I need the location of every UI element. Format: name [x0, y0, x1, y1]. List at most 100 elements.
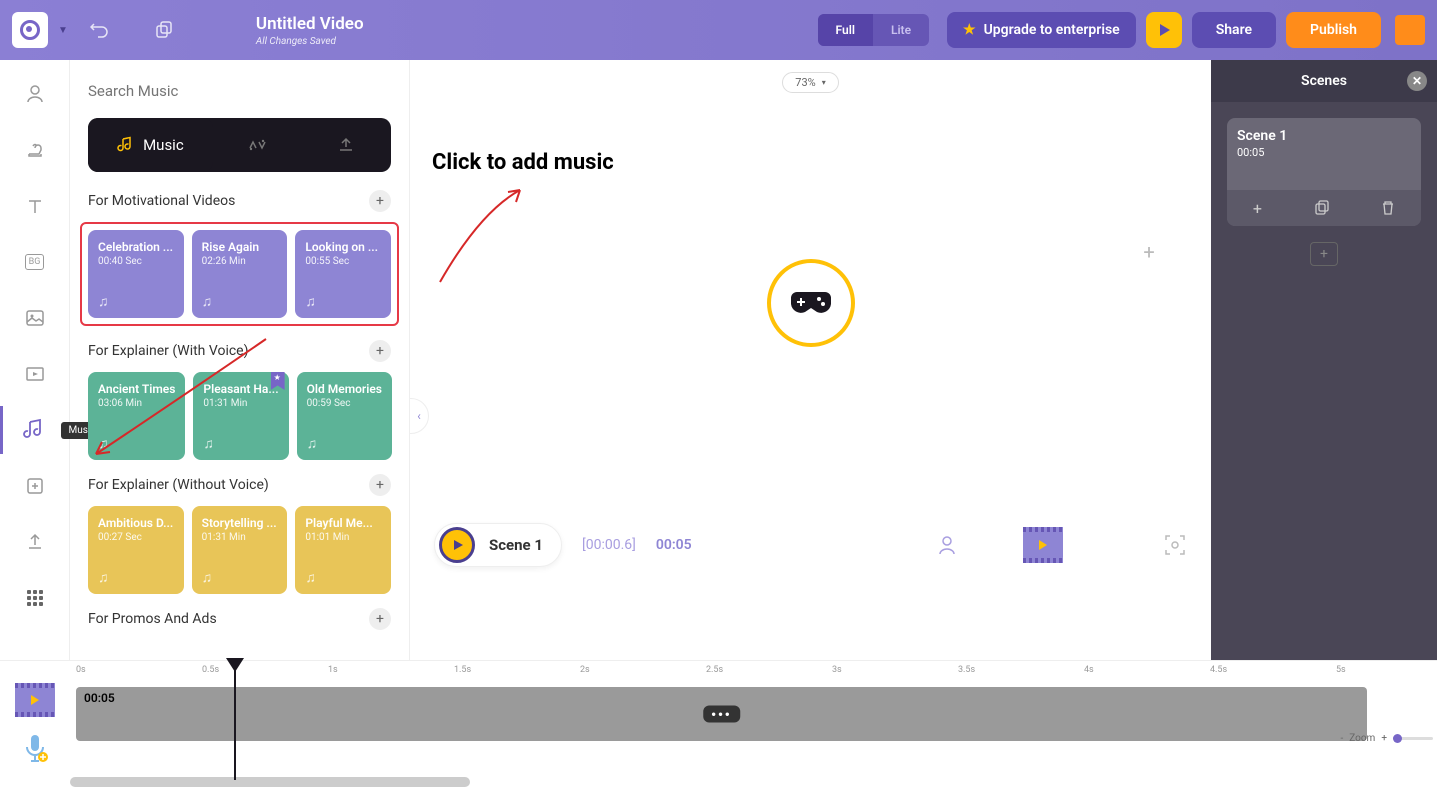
mode-toggle[interactable]: Full Lite — [818, 14, 930, 46]
music-track-card[interactable]: Playful Me...01:01 Min♫ — [295, 506, 391, 594]
timeline-main[interactable]: 0s0.5s1s1.5s2s2.5s3s3.5s4s4.5s5s 00:05 ●… — [70, 661, 1437, 787]
timeline-clip[interactable]: 00:05 ●●● — [76, 687, 1367, 741]
music-track-card[interactable]: Rise Again02:26 Min♫ — [192, 230, 288, 318]
rail-video-icon[interactable] — [21, 360, 49, 388]
character-tool-icon[interactable] — [931, 529, 963, 561]
upgrade-button[interactable]: ★ Upgrade to enterprise — [947, 12, 1136, 48]
undo-icon[interactable] — [86, 16, 114, 44]
user-avatar[interactable] — [1395, 15, 1425, 45]
music-note-icon: ♫ — [305, 569, 316, 586]
track-duration: 00:55 Sec — [305, 256, 381, 267]
rail-text-icon[interactable] — [21, 192, 49, 220]
track-duration: 00:40 Sec — [98, 256, 174, 267]
track-name: Celebration ... — [98, 240, 174, 254]
focus-tool-icon[interactable] — [1163, 533, 1187, 557]
music-track-card[interactable]: Celebration ...00:40 Sec♫ — [88, 230, 184, 318]
music-track-card[interactable]: Ancient Times03:06 Min♫ — [88, 372, 185, 460]
music-track-card[interactable]: Storytelling ...01:31 Min♫ — [192, 506, 288, 594]
logo-dropdown-icon[interactable]: ▼ — [58, 25, 68, 36]
left-rail: BG Music — [0, 60, 70, 660]
collapse-panel-icon[interactable]: ‹ — [409, 398, 429, 434]
category-expand-icon[interactable]: + — [369, 190, 391, 212]
scene-duplicate-icon[interactable] — [1314, 200, 1330, 216]
rail-apps-icon[interactable] — [21, 584, 49, 612]
music-track-card[interactable]: Ambitious D...00:27 Sec♫ — [88, 506, 184, 594]
music-note-icon: ♫ — [98, 569, 109, 586]
music-note-icon: ♫ — [307, 435, 318, 452]
title-area: Untitled Video All Changes Saved — [256, 14, 364, 47]
category-expand-icon[interactable]: + — [369, 474, 391, 496]
rail-effects-icon[interactable] — [21, 472, 49, 500]
scenes-title: Scenes — [1301, 73, 1347, 89]
track-duration: 02:26 Min — [202, 256, 278, 267]
scene-delete-icon[interactable] — [1381, 200, 1395, 216]
scene-bar: Scene 1 [00:00.6] 00:05 — [410, 513, 1211, 577]
highlighted-category: Celebration ...00:40 Sec♫Rise Again02:26… — [80, 222, 399, 326]
app-logo[interactable] — [12, 12, 48, 48]
copy-icon[interactable] — [150, 16, 178, 44]
timeline-mic-icon[interactable] — [21, 733, 49, 765]
music-tabs: Music — [88, 118, 391, 172]
search-input[interactable] — [88, 72, 391, 110]
ruler-mark: 4s — [1084, 665, 1094, 675]
rail-music-icon[interactable]: Music — [21, 416, 49, 444]
zoom-slider[interactable] — [1393, 737, 1433, 740]
category-title: For Promos And Ads — [88, 611, 217, 627]
category-expand-icon[interactable]: + — [369, 608, 391, 630]
tab-upload-music[interactable] — [302, 118, 391, 172]
scene-play-button[interactable] — [439, 527, 475, 563]
star-icon: ★ — [963, 22, 976, 38]
share-button[interactable]: Share — [1192, 12, 1276, 48]
upgrade-label: Upgrade to enterprise — [984, 22, 1120, 38]
video-title[interactable]: Untitled Video — [256, 14, 364, 34]
canvas[interactable] — [450, 113, 1171, 493]
time-elapsed: [00:00.6] — [582, 537, 636, 553]
rail-upload-icon[interactable] — [21, 528, 49, 556]
rail-props-icon[interactable] — [21, 136, 49, 164]
horizontal-scrollbar[interactable] — [70, 777, 470, 787]
preview-play-button[interactable] — [1146, 12, 1182, 48]
publish-button[interactable]: Publish — [1286, 12, 1381, 48]
category-title: For Motivational Videos — [88, 193, 235, 209]
time-total: 00:05 — [656, 537, 692, 553]
add-scene-button[interactable]: + — [1310, 242, 1338, 266]
scene-card[interactable]: Scene 1 00:05 + — [1227, 118, 1421, 226]
scene-pill: Scene 1 — [434, 523, 562, 567]
music-track-card[interactable]: Looking on ...00:55 Sec♫ — [295, 230, 391, 318]
track-name: Pleasant Ha... — [203, 382, 278, 396]
close-icon[interactable]: ✕ — [1407, 71, 1427, 91]
zoom-in-icon[interactable]: + — [1381, 733, 1387, 744]
tab-music[interactable]: Music — [88, 118, 213, 172]
zoom-dropdown[interactable]: 73% — [782, 72, 838, 93]
clip-handle-icon[interactable]: ●●● — [703, 706, 740, 723]
scene-card-time: 00:05 — [1237, 146, 1411, 159]
add-scene-icon[interactable]: + — [1137, 240, 1161, 264]
rail-image-icon[interactable] — [21, 304, 49, 332]
zoom-out-icon[interactable]: - — [1340, 733, 1343, 744]
save-status: All Changes Saved — [256, 36, 364, 47]
category-title: For Explainer (With Voice) — [88, 343, 248, 359]
timeline-tools — [0, 661, 70, 787]
scene-label: Scene 1 — [489, 536, 543, 554]
scene-thumbnail: Scene 1 00:05 — [1227, 118, 1421, 190]
film-tool-icon[interactable] — [1023, 527, 1063, 563]
tab-sound-effects[interactable] — [213, 118, 302, 172]
scene-card-name: Scene 1 — [1237, 128, 1411, 144]
ruler-mark: 1s — [328, 665, 338, 675]
track-name: Storytelling ... — [202, 516, 278, 530]
rail-character-icon[interactable] — [21, 80, 49, 108]
scene-add-icon[interactable]: + — [1253, 199, 1262, 218]
music-note-icon: ♫ — [203, 435, 214, 452]
zoom-control: - Zoom + — [1340, 733, 1433, 744]
zoom-label: Zoom — [1349, 733, 1375, 744]
music-track-card[interactable]: Pleasant Ha...01:31 Min♫ — [193, 372, 288, 460]
main-area: BG Music Music — [0, 60, 1437, 660]
music-track-card[interactable]: Old Memories00:59 Sec♫ — [297, 372, 392, 460]
timeline-video-icon[interactable] — [15, 683, 55, 717]
mode-full[interactable]: Full — [818, 14, 873, 46]
playhead[interactable] — [226, 658, 244, 780]
category-expand-icon[interactable]: + — [369, 340, 391, 362]
ruler-mark: 1.5s — [454, 665, 471, 675]
mode-lite[interactable]: Lite — [873, 14, 929, 46]
rail-bg-icon[interactable]: BG — [21, 248, 49, 276]
